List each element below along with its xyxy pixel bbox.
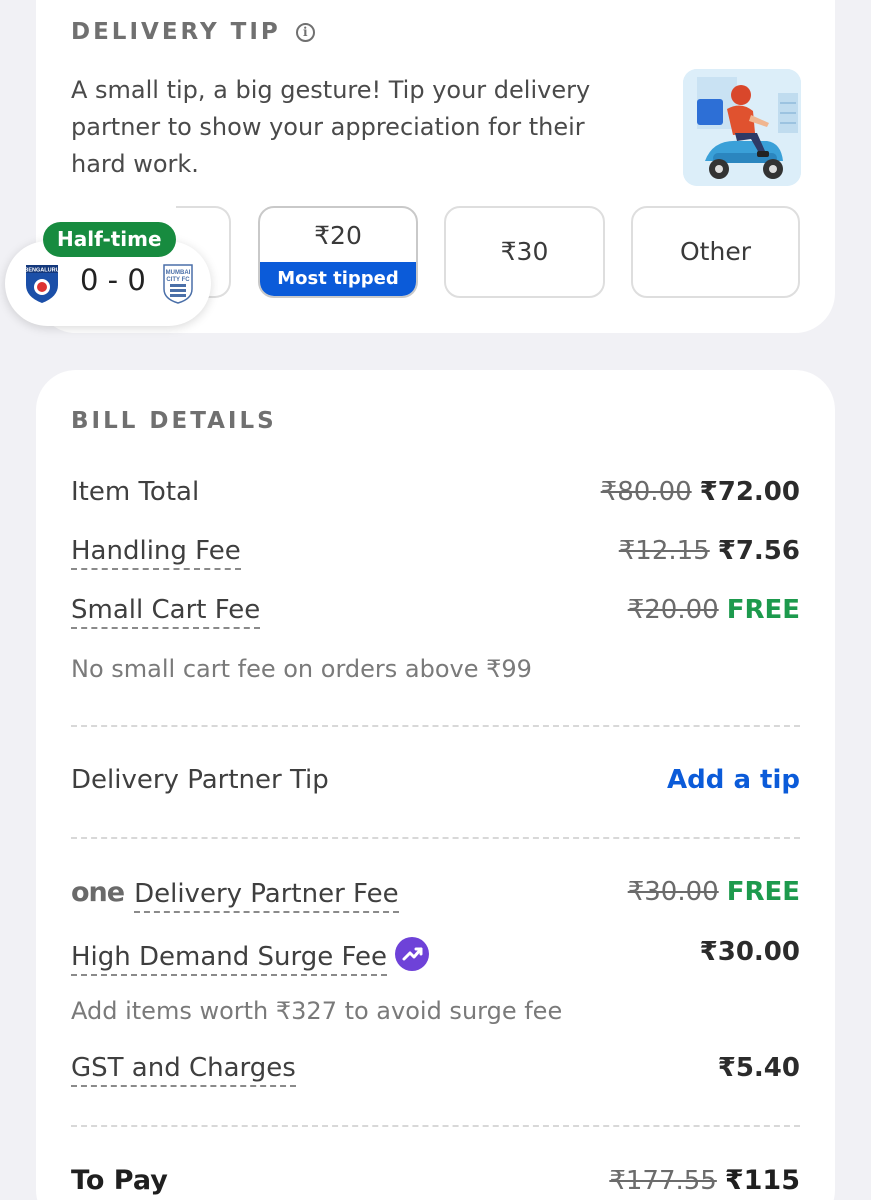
one-membership-logo: one <box>71 877 125 908</box>
small-cart-fee-note: No small cart fee on orders above ₹99 <box>71 655 532 683</box>
surge-fee-label[interactable]: High Demand Surge Fee <box>71 942 388 976</box>
surge-fee-value: ₹30.00 <box>699 937 800 967</box>
delivery-partner-fee-label-group: one Delivery Partner Fee <box>71 877 399 913</box>
to-pay-row: To Pay ₹177.55 ₹115 <box>71 1165 800 1200</box>
tip-option-amount: ₹20 <box>314 221 362 250</box>
mumbai-city-fc-crest-icon: MUMBAI CITY FC <box>160 263 196 309</box>
handling-fee-final-price: ₹7.56 <box>717 536 800 566</box>
gst-charges-value: ₹5.40 <box>717 1053 800 1083</box>
to-pay-original-price: ₹177.55 <box>609 1166 717 1196</box>
surge-fee-note: Add items worth ₹327 to avoid surge fee <box>71 997 563 1025</box>
surge-fee-label-group: High Demand Surge Fee <box>71 937 430 976</box>
small-cart-fee-original-price: ₹20.00 <box>627 595 719 625</box>
surge-fee-row[interactable]: High Demand Surge Fee ₹30.00 <box>71 937 800 977</box>
small-cart-fee-free-label: FREE <box>726 595 800 625</box>
trending-up-icon <box>395 937 430 971</box>
item-total-original-price: ₹80.00 <box>600 477 692 507</box>
delivery-partner-tip-row: Delivery Partner Tip Add a tip <box>71 765 800 805</box>
add-tip-link[interactable]: Add a tip <box>667 765 800 795</box>
delivery-partner-fee-label[interactable]: Delivery Partner Fee <box>134 879 399 913</box>
info-icon[interactable]: i <box>295 23 315 42</box>
tip-option-30-button[interactable]: ₹30 <box>444 206 605 298</box>
to-pay-value: ₹177.55 ₹115 <box>609 1165 800 1196</box>
small-cart-fee-row[interactable]: Small Cart Fee ₹20.00 FREE <box>71 595 800 635</box>
item-total-row: Item Total ₹80.00 ₹72.00 <box>71 477 800 517</box>
gst-charges-label[interactable]: GST and Charges <box>71 1053 296 1087</box>
section-divider <box>71 1125 800 1127</box>
delivery-partner-fee-free-label: FREE <box>726 877 800 907</box>
item-total-label: Item Total <box>71 477 200 507</box>
tip-option-amount: ₹30 <box>500 237 549 266</box>
delivery-partner-tip-label: Delivery Partner Tip <box>71 765 329 795</box>
svg-text:BENGALURU: BENGALURU <box>24 268 59 274</box>
delivery-partner-fee-original-price: ₹30.00 <box>627 877 719 907</box>
match-score: 0 - 0 <box>80 263 146 297</box>
svg-text:MUMBAI: MUMBAI <box>166 270 191 276</box>
most-tipped-badge: Most tipped <box>260 262 416 296</box>
tip-description: A small tip, a big gesture! Tip your del… <box>71 76 591 178</box>
section-divider <box>71 837 800 839</box>
small-cart-fee-value: ₹20.00 FREE <box>628 595 800 625</box>
svg-text:CITY FC: CITY FC <box>166 277 190 283</box>
bill-details-title: BILL DETAILS <box>71 408 277 434</box>
handling-fee-row[interactable]: Handling Fee ₹12.15 ₹7.56 <box>71 536 800 576</box>
gst-charges-row[interactable]: GST and Charges ₹5.40 <box>71 1053 800 1093</box>
delivery-scooter-illustration <box>683 69 801 186</box>
item-total-value: ₹80.00 ₹72.00 <box>601 477 800 507</box>
tip-option-20-button[interactable]: ₹20 Most tipped <box>258 206 418 298</box>
tip-option-amount: Other <box>680 237 751 266</box>
to-pay-label: To Pay <box>71 1165 168 1196</box>
delivery-tip-heading: DELIVERY TIP <box>71 19 281 45</box>
match-status-badge: Half-time <box>43 222 176 257</box>
bengaluru-fc-crest-icon: BENGALURU <box>22 263 62 309</box>
section-divider <box>71 725 800 727</box>
delivery-partner-fee-row[interactable]: one Delivery Partner Fee ₹30.00 FREE <box>71 877 800 917</box>
item-total-final-price: ₹72.00 <box>699 477 800 507</box>
delivery-partner-fee-value: ₹30.00 FREE <box>628 877 800 907</box>
tip-option-other-button[interactable]: Other <box>631 206 800 298</box>
small-cart-fee-label[interactable]: Small Cart Fee <box>71 595 261 629</box>
handling-fee-label[interactable]: Handling Fee <box>71 536 241 570</box>
handling-fee-original-price: ₹12.15 <box>618 536 710 566</box>
bill-details-card: BILL DETAILS Item Total ₹80.00 ₹72.00 Han… <box>36 370 835 1200</box>
handling-fee-value: ₹12.15 ₹7.56 <box>619 536 800 566</box>
to-pay-final-price: ₹115 <box>724 1165 800 1196</box>
delivery-tip-title: DELIVERY TIP i <box>71 19 315 45</box>
